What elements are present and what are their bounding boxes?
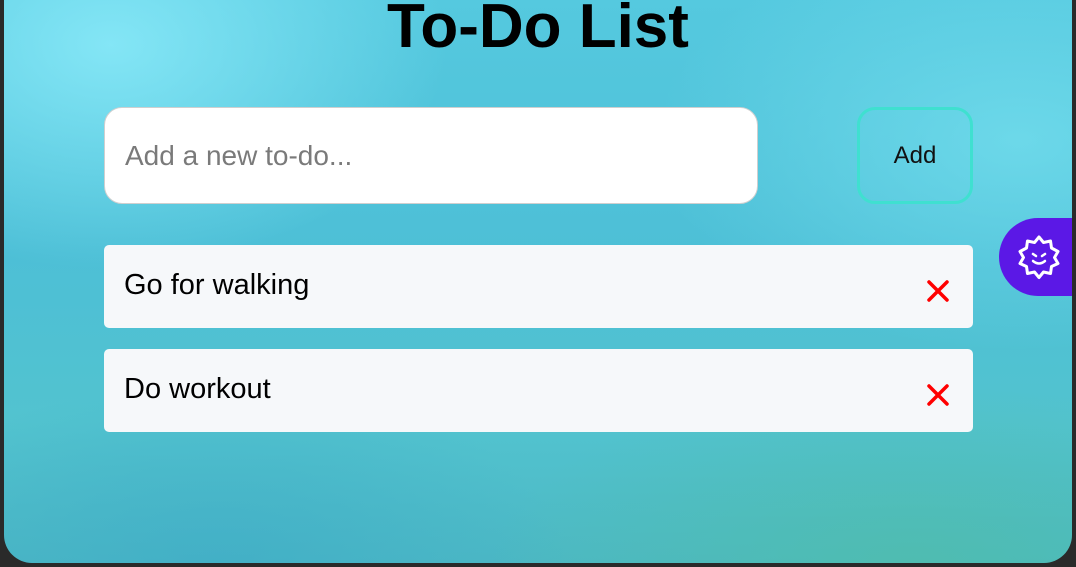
add-button[interactable]: Add <box>857 107 973 204</box>
todo-item: Go for walking <box>104 245 973 328</box>
todo-text: Go for walking <box>124 269 310 301</box>
page-title: To-Do List <box>387 0 689 61</box>
assistant-button[interactable] <box>999 218 1076 296</box>
new-todo-input[interactable] <box>104 107 758 204</box>
close-icon[interactable] <box>923 276 953 306</box>
close-icon[interactable] <box>923 380 953 410</box>
todo-item: Do workout <box>104 349 973 432</box>
todo-app-container: To-Do List Add Go for walking Do workout <box>4 0 1072 563</box>
window-edge <box>1072 0 1076 567</box>
todo-text: Do workout <box>124 373 271 405</box>
badge-smile-icon <box>1018 235 1060 279</box>
todo-list: Go for walking Do workout <box>104 245 973 453</box>
